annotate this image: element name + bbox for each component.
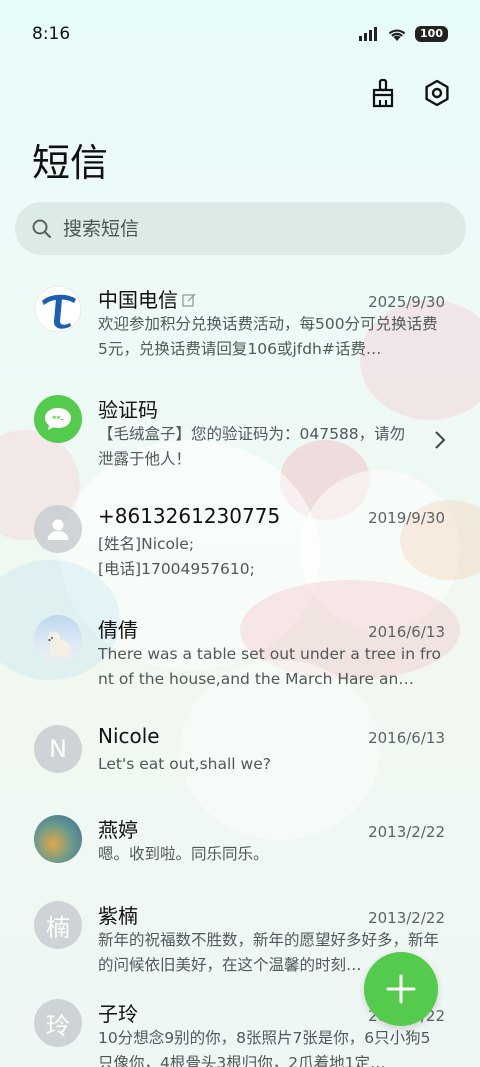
- wifi-icon: [388, 28, 406, 41]
- svg-text:**-: **-: [52, 415, 64, 424]
- message-preview: [姓名]Nicole; [电话]17004957610;: [98, 535, 255, 578]
- avatar-landscape-photo: [34, 815, 82, 863]
- conversation-item-nicole[interactable]: N Nicole 2016/6/13 Let's eat out,shall w…: [0, 712, 480, 802]
- conversation-item-yanting[interactable]: 燕婷 2013/2/22 嗯。收到啦。同乐同乐。: [0, 802, 480, 888]
- edit-note-icon: [182, 293, 196, 307]
- message-bubble-icon: **-: [45, 408, 71, 430]
- conversation-item-phone-number[interactable]: +8613261230775 2019/9/30 [姓名]Nicole; [电话…: [0, 492, 480, 602]
- person-icon: [47, 519, 69, 540]
- contact-name: 子玲: [98, 1002, 138, 1026]
- battery-indicator: 100: [415, 26, 448, 42]
- signal-icon: [359, 27, 378, 41]
- conversation-header: +8613261230775 2019/9/30: [98, 504, 445, 532]
- contact-name: 紫楠: [98, 904, 138, 928]
- contact-name: Nicole: [98, 724, 160, 748]
- conversation-header: 紫楠 2013/2/22: [98, 900, 445, 928]
- contact-name: 倩倩: [98, 618, 138, 642]
- settings-button[interactable]: [420, 76, 454, 110]
- contact-name: +8613261230775: [98, 504, 281, 528]
- avatar-polar-bear-photo: [34, 615, 82, 663]
- conversation-item-qianqian[interactable]: 倩倩 2016/6/13 There was a table set out u…: [0, 602, 480, 712]
- china-telecom-logo-avatar: [34, 285, 82, 333]
- new-message-button[interactable]: [364, 952, 438, 1026]
- search-icon: [32, 219, 52, 238]
- message-preview: Let's eat out,shall we?: [98, 755, 271, 773]
- conversation-header: 验证码: [98, 394, 445, 422]
- message-preview: 10分想念9别的你，8张照片7张是你，6只小狗5只像你，4根骨头3根归你，2爪着…: [98, 1029, 431, 1067]
- conversation-list: 中国电信 2025/9/30 欢迎参加积分兑换话费活动，每500分可兑换话费5元…: [0, 272, 480, 1067]
- message-date: 2025/9/30: [368, 293, 445, 311]
- chevron-right-icon[interactable]: [434, 430, 446, 450]
- conversation-item-china-telecom[interactable]: 中国电信 2025/9/30 欢迎参加积分兑换话费活动，每500分可兑换话费5元…: [0, 272, 480, 382]
- message-date: 2019/9/30: [368, 509, 445, 527]
- message-preview: 【毛绒盒子】您的验证码为：047588，请勿泄露于他人！: [98, 425, 406, 468]
- broom-icon: [372, 78, 394, 108]
- conversation-content: 燕婷 2013/2/22 嗯。收到啦。同乐同乐。: [98, 802, 445, 888]
- message-date: 2016/6/13: [368, 729, 445, 747]
- page-title: 短信: [32, 141, 109, 185]
- conversation-header: 中国电信 2025/9/30: [98, 284, 445, 312]
- conversation-header: 倩倩 2016/6/13: [98, 614, 445, 642]
- conversation-content: 中国电信 2025/9/30 欢迎参加积分兑换话费活动，每500分可兑换话费5元…: [98, 272, 445, 382]
- message-preview: 嗯。收到啦。同乐同乐。: [98, 845, 269, 863]
- message-preview: 欢迎参加积分兑换话费活动，每500分可兑换话费5元，兑换话费请回复106或jfd…: [98, 315, 438, 358]
- conversation-header: Nicole 2016/6/13: [98, 724, 445, 752]
- status-time: 8:16: [32, 24, 71, 44]
- status-bar: 8:16 100: [0, 0, 480, 68]
- search-bar[interactable]: [15, 202, 466, 255]
- contact-name: 燕婷: [98, 818, 138, 842]
- conversation-content: 验证码 【毛绒盒子】您的验证码为：047588，请勿泄露于他人！: [98, 382, 445, 492]
- message-date: 2016/6/13: [368, 623, 445, 641]
- conversation-item-verification-code[interactable]: **- 验证码 【毛绒盒子】您的验证码为：047588，请勿泄露于他人！: [0, 382, 480, 492]
- clean-button[interactable]: [366, 76, 400, 110]
- search-input[interactable]: [63, 217, 423, 240]
- telecom-logo-icon: [34, 285, 82, 333]
- avatar: 玲: [34, 999, 82, 1047]
- avatar: [34, 505, 82, 553]
- contact-name: 中国电信: [98, 288, 178, 312]
- avatar: N: [34, 725, 82, 773]
- top-actions: [366, 76, 454, 110]
- gear-icon: [425, 79, 449, 107]
- polar-bear-image: [34, 631, 82, 663]
- contact-name: 验证码: [98, 398, 158, 422]
- message-preview: There was a table set out under a tree i…: [98, 645, 441, 688]
- avatar: 楠: [34, 901, 82, 949]
- conversation-header: 燕婷 2013/2/22: [98, 814, 445, 842]
- message-date: 2013/2/22: [368, 823, 445, 841]
- status-icons: 100: [359, 26, 448, 42]
- message-date: 2013/2/22: [368, 909, 445, 927]
- plus-icon: [386, 974, 416, 1004]
- conversation-content: Nicole 2016/6/13 Let's eat out,shall we?: [98, 712, 445, 802]
- avatar: **-: [34, 395, 82, 443]
- conversation-content: 倩倩 2016/6/13 There was a table set out u…: [98, 602, 445, 712]
- conversation-content: +8613261230775 2019/9/30 [姓名]Nicole; [电话…: [98, 492, 445, 602]
